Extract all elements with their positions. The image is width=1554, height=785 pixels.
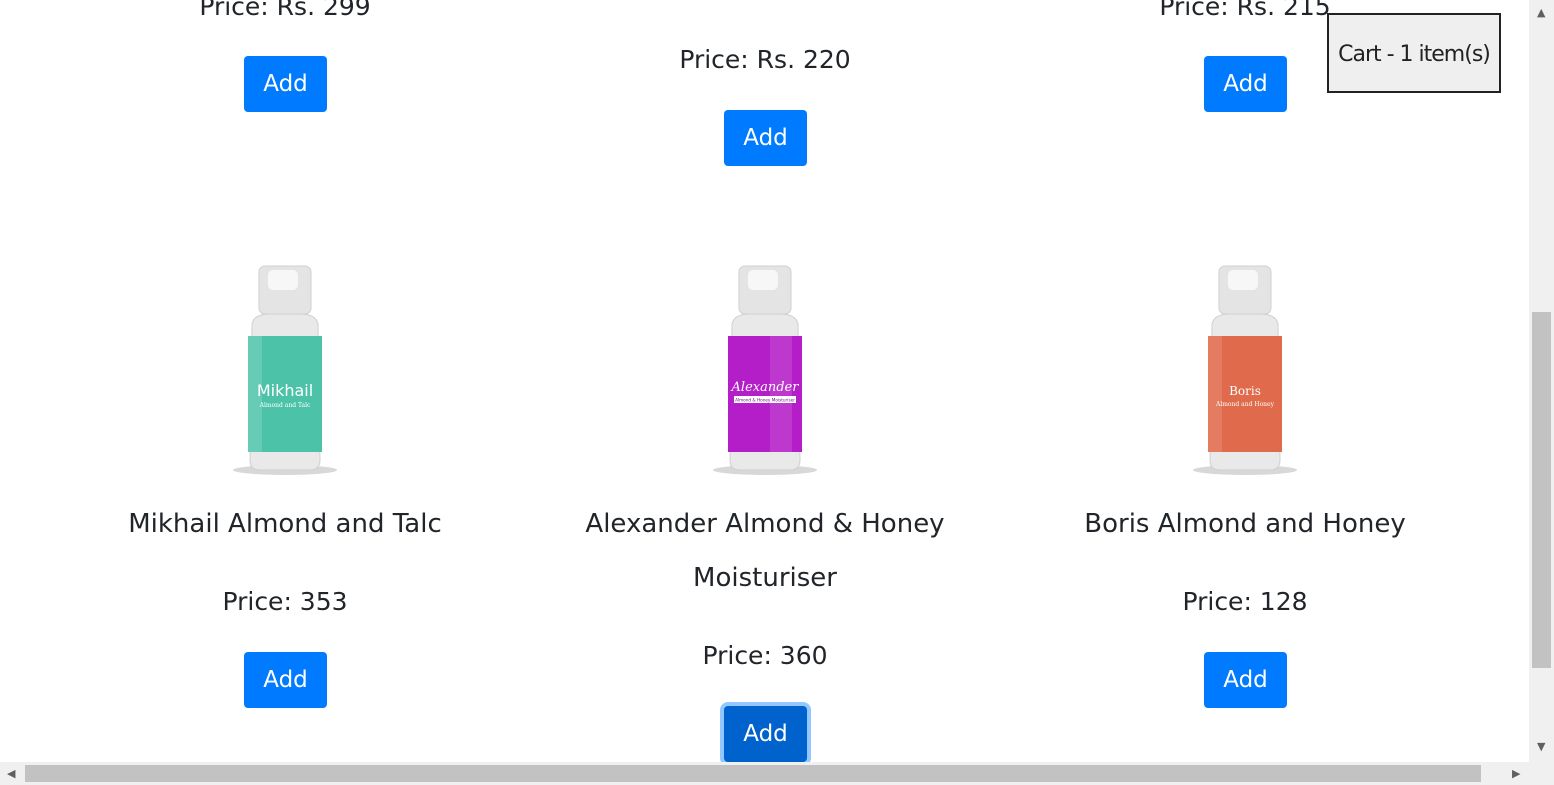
product-price: Price: Rs. 299 (199, 0, 371, 21)
product-price: Price: 353 (222, 587, 348, 616)
vertical-scroll-thumb[interactable] (1532, 312, 1551, 668)
add-button[interactable]: Add (244, 652, 327, 708)
scroll-left-icon[interactable]: ◀ (7, 768, 15, 779)
add-button[interactable]: Add (244, 56, 327, 112)
product-image-subtitle: Almond and Talc (259, 402, 311, 409)
product-name: Alexander Almond & Honey (585, 509, 945, 539)
product-name: Mikhail Almond and Talc (128, 509, 442, 539)
add-button[interactable]: Add (724, 110, 807, 166)
scrollbar-corner (1529, 762, 1554, 785)
scroll-up-icon[interactable]: ▲ (1537, 7, 1545, 18)
horizontal-scroll-thumb[interactable] (25, 765, 1481, 782)
horizontal-scrollbar[interactable]: ◀ ▶ (0, 762, 1529, 785)
cart-button[interactable]: Cart - 1 item(s) (1327, 13, 1501, 93)
scroll-right-icon[interactable]: ▶ (1512, 768, 1520, 779)
product-price: Price: Rs. 220 (679, 45, 851, 74)
add-button[interactable]: Add (1204, 652, 1287, 708)
product-price: Price: 128 (1182, 587, 1308, 616)
product-image-alexander[interactable]: Alexander Almond & Honey Moisturiser (710, 262, 820, 477)
scroll-down-icon[interactable]: ▼ (1537, 741, 1545, 752)
product-image-brand: Alexander (731, 380, 800, 395)
product-image-subtitle: Almond and Honey (1215, 401, 1275, 408)
product-image-mikhail[interactable]: Mikhail Almond and Talc (230, 262, 340, 477)
product-image-brand: Boris (1229, 384, 1261, 398)
add-button[interactable]: Add (1204, 56, 1287, 112)
product-grid: Price: Rs. 299 Add Price: Rs. 220 Add Pr… (0, 0, 1529, 762)
product-price: Price: 360 (702, 641, 828, 670)
product-image-boris[interactable]: Boris Almond and Honey (1190, 262, 1300, 477)
product-name: Boris Almond and Honey (1084, 509, 1406, 539)
product-name: Moisturiser (693, 563, 837, 593)
vertical-scrollbar[interactable]: ▲ ▼ (1529, 0, 1554, 762)
product-image-subtitle: Almond & Honey Moisturiser (735, 398, 795, 403)
product-image-brand: Mikhail (257, 381, 313, 400)
add-button[interactable]: Add (724, 706, 807, 762)
